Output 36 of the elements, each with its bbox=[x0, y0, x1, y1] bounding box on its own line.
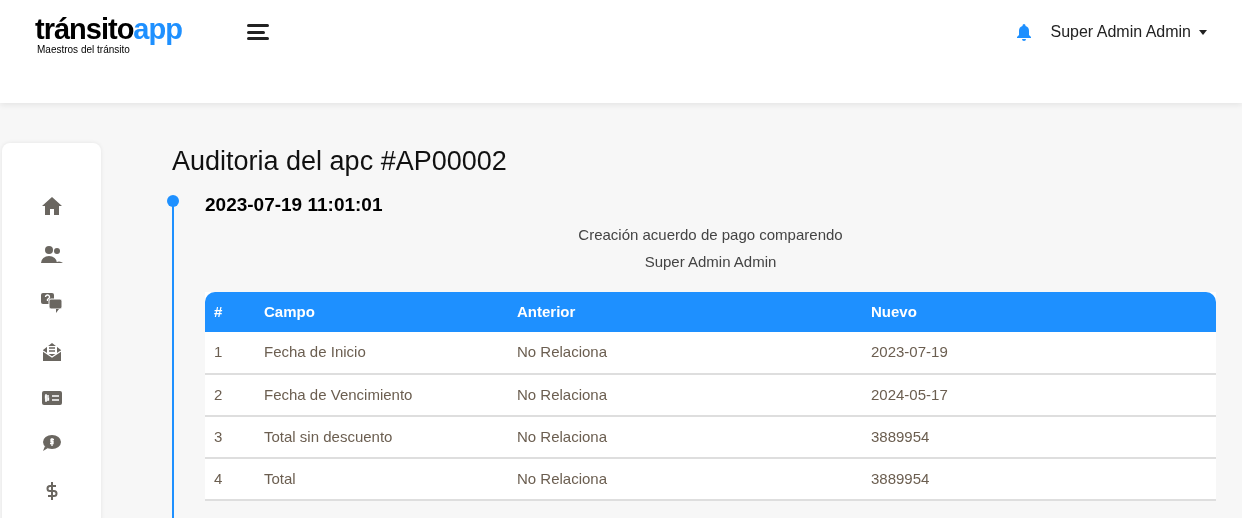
column-header: Anterior bbox=[508, 292, 862, 332]
logo-accent-text: app bbox=[133, 14, 182, 44]
table-cell: No Relaciona bbox=[508, 332, 862, 374]
table-cell: No Relaciona bbox=[508, 416, 862, 458]
table-cell: No Relaciona bbox=[508, 458, 862, 500]
question-chat-icon[interactable] bbox=[40, 293, 63, 313]
column-header: # bbox=[205, 292, 255, 332]
table-cell: 3889954 bbox=[862, 458, 1216, 500]
entry-description: Creación acuerdo de pago comparendo bbox=[577, 225, 844, 245]
table-cell: Total bbox=[255, 458, 508, 500]
table-cell: 2023-07-19 bbox=[862, 332, 1216, 374]
users-icon[interactable] bbox=[40, 245, 63, 263]
money-chat-icon[interactable] bbox=[42, 435, 61, 451]
bell-icon[interactable] bbox=[1016, 23, 1033, 41]
entry-author: Super Admin Admin bbox=[643, 252, 778, 272]
table-cell: Fecha de Inicio bbox=[255, 332, 508, 374]
table-cell: No Relaciona bbox=[508, 374, 862, 416]
envelope-icon[interactable] bbox=[42, 343, 61, 361]
table-cell: 3 bbox=[205, 416, 255, 458]
user-menu[interactable]: Super Admin Admin bbox=[1050, 20, 1207, 44]
dollar-icon[interactable] bbox=[45, 481, 58, 501]
logo-tagline: Maestros del tránsito bbox=[37, 44, 131, 56]
column-header: Campo bbox=[255, 292, 508, 332]
table-cell: 2 bbox=[205, 374, 255, 416]
page-title: Auditoria del apc #AP00002 bbox=[172, 145, 508, 177]
logo-text: tránsito bbox=[35, 14, 134, 44]
table-cell: 3889954 bbox=[862, 416, 1216, 458]
table-cell: Total sin descuento bbox=[255, 416, 508, 458]
column-header: Nuevo bbox=[862, 292, 1216, 332]
table-cell: 4 bbox=[205, 458, 255, 500]
table-cell: 2024-05-17 bbox=[862, 374, 1216, 416]
table-cell: Fecha de Vencimiento bbox=[255, 374, 508, 416]
home-icon[interactable] bbox=[41, 197, 62, 215]
entry-timestamp: 2023-07-19 11:01:01 bbox=[205, 194, 384, 216]
money-bill-icon[interactable] bbox=[41, 391, 62, 405]
table-cell: 1 bbox=[205, 332, 255, 374]
